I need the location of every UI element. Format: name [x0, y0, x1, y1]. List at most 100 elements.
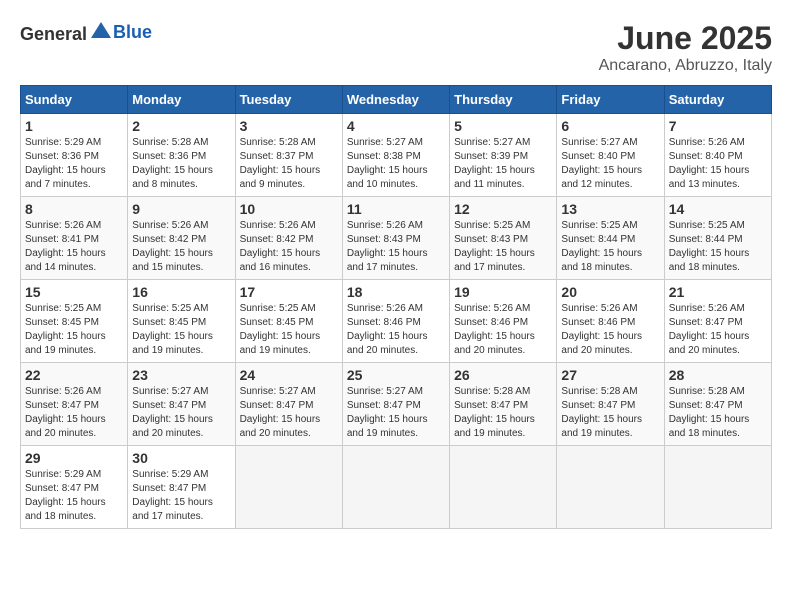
week-row-4: 22 Sunrise: 5:26 AM Sunset: 8:47 PM Dayli… [21, 363, 772, 446]
day-info: Sunrise: 5:28 AM Sunset: 8:47 PM Dayligh… [561, 385, 659, 441]
calendar-cell [235, 446, 342, 529]
calendar-cell: 22 Sunrise: 5:26 AM Sunset: 8:47 PM Dayli… [21, 363, 128, 446]
weekday-header-wednesday: Wednesday [342, 86, 449, 114]
calendar-cell: 9Sunrise: 5:26 AM Sunset: 8:42 PM Daylig… [128, 197, 235, 280]
day-info: Sunrise: 5:26 AM Sunset: 8:46 PM Dayligh… [454, 302, 552, 358]
day-info: Sunrise: 5:26 AM Sunset: 8:47 PM Dayligh… [669, 302, 767, 358]
day-number: 7 [669, 118, 767, 134]
day-number: 1 [25, 118, 123, 134]
day-info: Sunrise: 5:28 AM Sunset: 8:47 PM Dayligh… [454, 385, 552, 441]
calendar-cell [557, 446, 664, 529]
day-number: 16 [132, 284, 230, 300]
calendar-cell: 15 Sunrise: 5:25 AM Sunset: 8:45 PM Dayli… [21, 280, 128, 363]
day-number: 2 [132, 118, 230, 134]
day-number: 14 [669, 201, 767, 217]
week-row-1: 1 Sunrise: 5:29 AM Sunset: 8:36 PM Daylig… [21, 114, 772, 197]
calendar-cell: 6 Sunrise: 5:27 AM Sunset: 8:40 PM Daylig… [557, 114, 664, 197]
title-area: June 2025 Ancarano, Abruzzo, Italy [599, 20, 772, 75]
calendar-cell: 25Sunrise: 5:27 AM Sunset: 8:47 PM Dayli… [342, 363, 449, 446]
day-number: 13 [561, 201, 659, 217]
weekday-header-saturday: Saturday [664, 86, 771, 114]
calendar-cell: 10 Sunrise: 5:26 AM Sunset: 8:42 PM Dayli… [235, 197, 342, 280]
weekday-header-monday: Monday [128, 86, 235, 114]
calendar-cell: 29Sunrise: 5:29 AM Sunset: 8:47 PM Dayli… [21, 446, 128, 529]
day-info: Sunrise: 5:25 AM Sunset: 8:45 PM Dayligh… [25, 302, 123, 358]
day-number: 22 [25, 367, 123, 383]
calendar-cell: 16 Sunrise: 5:25 AM Sunset: 8:45 PM Dayli… [128, 280, 235, 363]
calendar-cell [450, 446, 557, 529]
calendar-cell: 13 Sunrise: 5:25 AM Sunset: 8:44 PM Dayli… [557, 197, 664, 280]
week-row-2: 8 Sunrise: 5:26 AM Sunset: 8:41 PM Daylig… [21, 197, 772, 280]
calendar-cell: 1 Sunrise: 5:29 AM Sunset: 8:36 PM Daylig… [21, 114, 128, 197]
day-number: 12 [454, 201, 552, 217]
day-number: 3 [240, 118, 338, 134]
weekday-header-friday: Friday [557, 86, 664, 114]
day-info: Sunrise: 5:26 AM Sunset: 8:46 PM Dayligh… [561, 302, 659, 358]
logo: General Blue [20, 20, 152, 45]
week-row-5: 29Sunrise: 5:29 AM Sunset: 8:47 PM Dayli… [21, 446, 772, 529]
day-info: Sunrise: 5:28 AM Sunset: 8:47 PM Dayligh… [669, 385, 767, 441]
day-info: Sunrise: 5:28 AM Sunset: 8:37 PM Dayligh… [240, 136, 338, 192]
page-header: General Blue June 2025 Ancarano, Abruzzo… [20, 20, 772, 75]
day-number: 8 [25, 201, 123, 217]
day-info: Sunrise: 5:27 AM Sunset: 8:38 PM Dayligh… [347, 136, 445, 192]
calendar-cell [664, 446, 771, 529]
day-number: 11 [347, 201, 445, 217]
day-number: 4 [347, 118, 445, 134]
calendar-cell: 4 Sunrise: 5:27 AM Sunset: 8:38 PM Daylig… [342, 114, 449, 197]
day-info: Sunrise: 5:27 AM Sunset: 8:39 PM Dayligh… [454, 136, 552, 192]
day-info: Sunrise: 5:25 AM Sunset: 8:43 PM Dayligh… [454, 219, 552, 275]
day-info: Sunrise: 5:26 AM Sunset: 8:47 PM Dayligh… [25, 385, 123, 441]
day-number: 26 [454, 367, 552, 383]
logo-blue: Blue [113, 22, 152, 42]
day-number: 27 [561, 367, 659, 383]
month-title: June 2025 [599, 20, 772, 57]
calendar-cell: 26 Sunrise: 5:28 AM Sunset: 8:47 PM Dayli… [450, 363, 557, 446]
day-number: 15 [25, 284, 123, 300]
day-number: 10 [240, 201, 338, 217]
week-row-3: 15 Sunrise: 5:25 AM Sunset: 8:45 PM Dayli… [21, 280, 772, 363]
day-number: 21 [669, 284, 767, 300]
day-info: Sunrise: 5:28 AM Sunset: 8:36 PM Dayligh… [132, 136, 230, 192]
day-number: 19 [454, 284, 552, 300]
calendar-cell: 14 Sunrise: 5:25 AM Sunset: 8:44 PM Dayli… [664, 197, 771, 280]
day-info: Sunrise: 5:25 AM Sunset: 8:44 PM Dayligh… [669, 219, 767, 275]
day-info: Sunrise: 5:25 AM Sunset: 8:44 PM Dayligh… [561, 219, 659, 275]
calendar-cell: 11Sunrise: 5:26 AM Sunset: 8:43 PM Dayli… [342, 197, 449, 280]
day-info: Sunrise: 5:26 AM Sunset: 8:46 PM Dayligh… [347, 302, 445, 358]
day-info: Sunrise: 5:26 AM Sunset: 8:40 PM Dayligh… [669, 136, 767, 192]
day-number: 18 [347, 284, 445, 300]
day-info: Sunrise: 5:29 AM Sunset: 8:36 PM Dayligh… [25, 136, 123, 192]
day-number: 6 [561, 118, 659, 134]
day-number: 30 [132, 450, 230, 466]
day-info: Sunrise: 5:27 AM Sunset: 8:47 PM Dayligh… [132, 385, 230, 441]
day-info: Sunrise: 5:25 AM Sunset: 8:45 PM Dayligh… [240, 302, 338, 358]
day-info: Sunrise: 5:26 AM Sunset: 8:42 PM Dayligh… [240, 219, 338, 275]
weekday-header-sunday: Sunday [21, 86, 128, 114]
day-info: Sunrise: 5:27 AM Sunset: 8:47 PM Dayligh… [240, 385, 338, 441]
day-number: 20 [561, 284, 659, 300]
logo-general: General [20, 24, 87, 44]
day-number: 17 [240, 284, 338, 300]
calendar-cell: 7 Sunrise: 5:26 AM Sunset: 8:40 PM Daylig… [664, 114, 771, 197]
calendar-cell: 18 Sunrise: 5:26 AM Sunset: 8:46 PM Dayli… [342, 280, 449, 363]
calendar-cell: 28 Sunrise: 5:28 AM Sunset: 8:47 PM Dayli… [664, 363, 771, 446]
day-info: Sunrise: 5:29 AM Sunset: 8:47 PM Dayligh… [132, 468, 230, 524]
calendar-cell: 5 Sunrise: 5:27 AM Sunset: 8:39 PM Daylig… [450, 114, 557, 197]
day-info: Sunrise: 5:27 AM Sunset: 8:47 PM Dayligh… [347, 385, 445, 441]
calendar-cell: 8 Sunrise: 5:26 AM Sunset: 8:41 PM Daylig… [21, 197, 128, 280]
calendar-cell: 17 Sunrise: 5:25 AM Sunset: 8:45 PM Dayli… [235, 280, 342, 363]
day-number: 5 [454, 118, 552, 134]
logo-icon [89, 20, 113, 40]
location-title: Ancarano, Abruzzo, Italy [599, 57, 772, 75]
day-info: Sunrise: 5:26 AM Sunset: 8:41 PM Dayligh… [25, 219, 123, 275]
weekday-header-thursday: Thursday [450, 86, 557, 114]
calendar-cell [342, 446, 449, 529]
calendar-cell: 30 Sunrise: 5:29 AM Sunset: 8:47 PM Dayli… [128, 446, 235, 529]
calendar-table: SundayMondayTuesdayWednesdayThursdayFrid… [20, 85, 772, 529]
day-info: Sunrise: 5:25 AM Sunset: 8:45 PM Dayligh… [132, 302, 230, 358]
weekday-header-row: SundayMondayTuesdayWednesdayThursdayFrid… [21, 86, 772, 114]
day-number: 28 [669, 367, 767, 383]
day-info: Sunrise: 5:27 AM Sunset: 8:40 PM Dayligh… [561, 136, 659, 192]
calendar-cell: 23Sunrise: 5:27 AM Sunset: 8:47 PM Dayli… [128, 363, 235, 446]
